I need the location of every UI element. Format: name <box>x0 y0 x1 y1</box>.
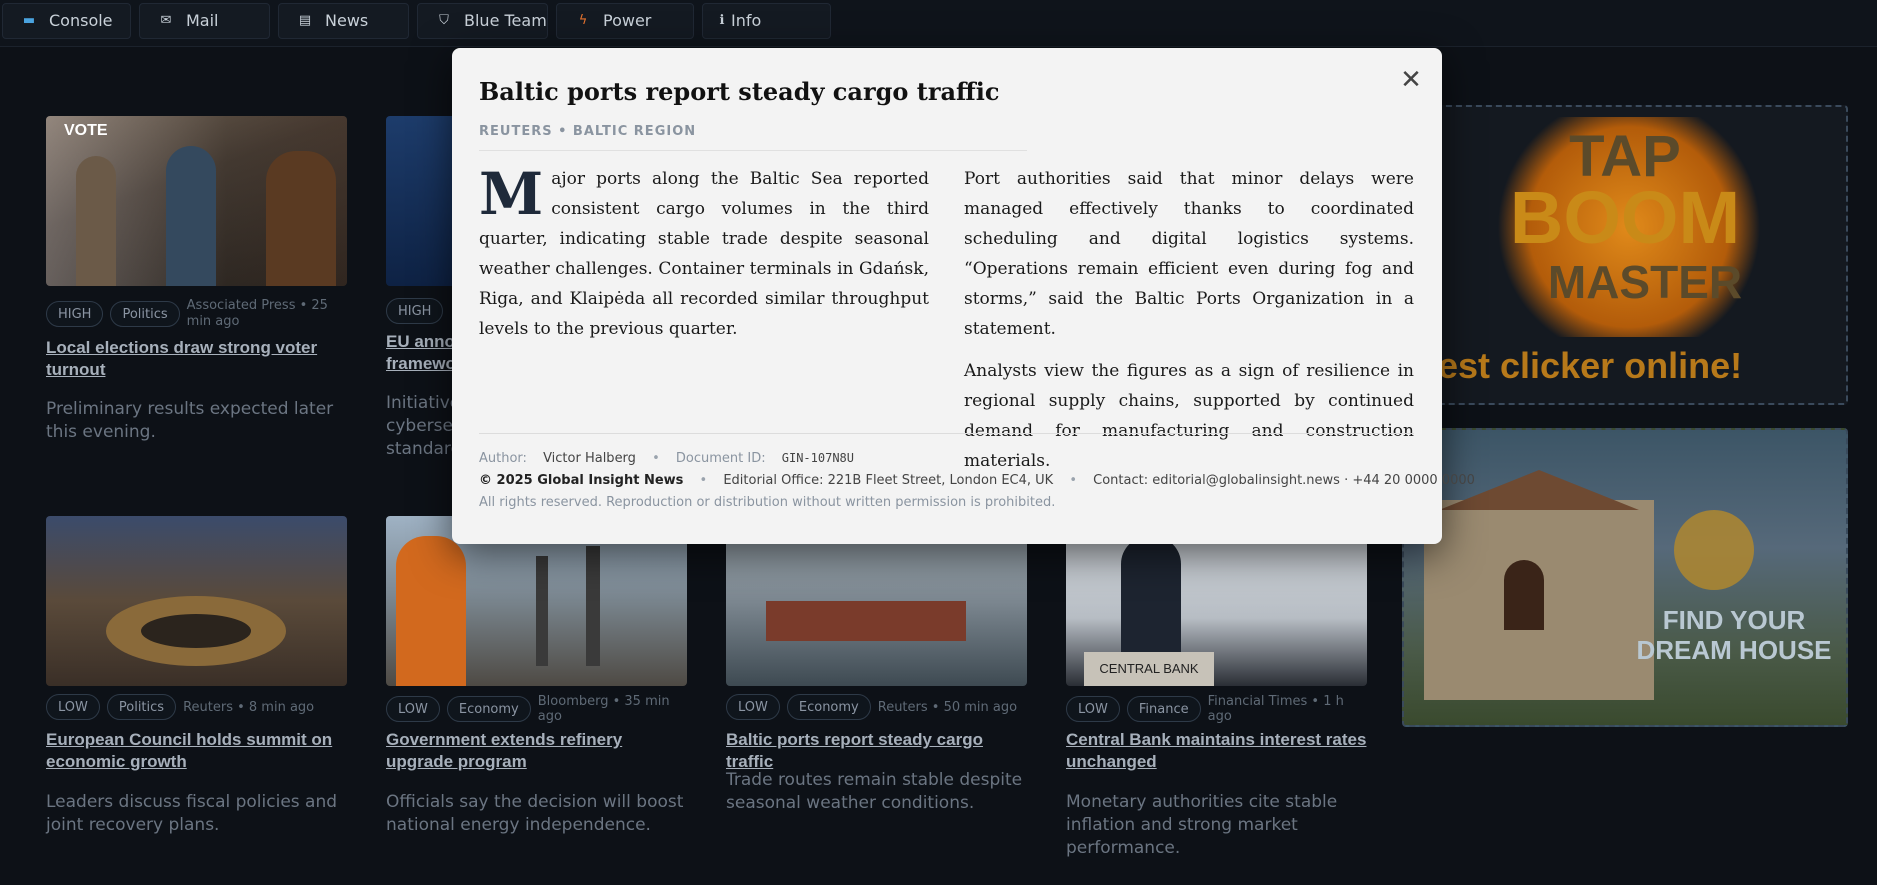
tab-blue-team[interactable]: ⛉ Blue Team <box>417 3 548 39</box>
article-column-left: Major ports along the Baltic Sea reporte… <box>479 164 929 356</box>
docid-label: Document ID: <box>675 451 766 466</box>
tab-label: Blue Team <box>464 11 547 30</box>
divider <box>479 150 1027 151</box>
shield-icon: ⛉ <box>439 13 449 28</box>
drop-cap: M <box>479 160 544 228</box>
close-icon[interactable]: ✕ <box>1397 66 1425 94</box>
contact-info: Contact: editorial@globalinsight.news · … <box>1093 473 1475 488</box>
document-id: GIN-107N8U <box>781 451 854 465</box>
office-address: Editorial Office: 221B Fleet Street, Lon… <box>723 473 1054 488</box>
article-paragraph: ajor ports along the Baltic Sea reported… <box>479 169 929 339</box>
tab-power-plant[interactable]: ϟ Power Plant <box>556 3 694 64</box>
article-paragraph: Port authorities said that minor delays … <box>964 169 1414 339</box>
modal-kicker: REUTERS • BALTIC REGION <box>479 124 697 139</box>
tab-info[interactable]: ℹ Info <box>702 3 831 39</box>
article-meta-line: Author: Victor Halberg • Document ID: GI… <box>479 451 854 466</box>
author-name: Victor Halberg <box>543 451 636 466</box>
tab-news[interactable]: ▤ News <box>278 3 409 39</box>
tab-label: Mail <box>186 11 219 30</box>
monitor-icon: ▬ <box>22 13 36 28</box>
tab-mail[interactable]: ✉ Mail <box>139 3 270 39</box>
tab-label: Info <box>731 11 762 30</box>
copyright-text: © 2025 Global Insight News <box>479 473 684 488</box>
mail-icon: ✉ <box>160 13 172 28</box>
article-column-right: Port authorities said that minor delays … <box>964 164 1414 488</box>
info-icon: ℹ <box>719 13 725 28</box>
publisher-line: © 2025 Global Insight News • Editorial O… <box>479 473 1475 488</box>
author-label: Author: <box>479 451 527 466</box>
tab-console[interactable]: ▬ Console <box>2 3 131 39</box>
newspaper-icon: ▤ <box>298 13 312 28</box>
tab-label: Console <box>49 11 113 30</box>
divider <box>479 433 1414 434</box>
modal-title: Baltic ports report steady cargo traffic <box>479 77 1000 106</box>
bolt-icon: ϟ <box>578 13 588 28</box>
article-modal: Baltic ports report steady cargo traffic… <box>452 48 1475 544</box>
article-paragraph: Analysts view the figures as a sign of r… <box>964 361 1414 471</box>
rights-notice: All rights reserved. Reproduction or dis… <box>479 495 1056 510</box>
tab-label: News <box>325 11 369 30</box>
top-navigation-bar: ▬ Console ✉ Mail ▤ News ⛉ Blue Team ϟ Po… <box>0 0 1877 64</box>
